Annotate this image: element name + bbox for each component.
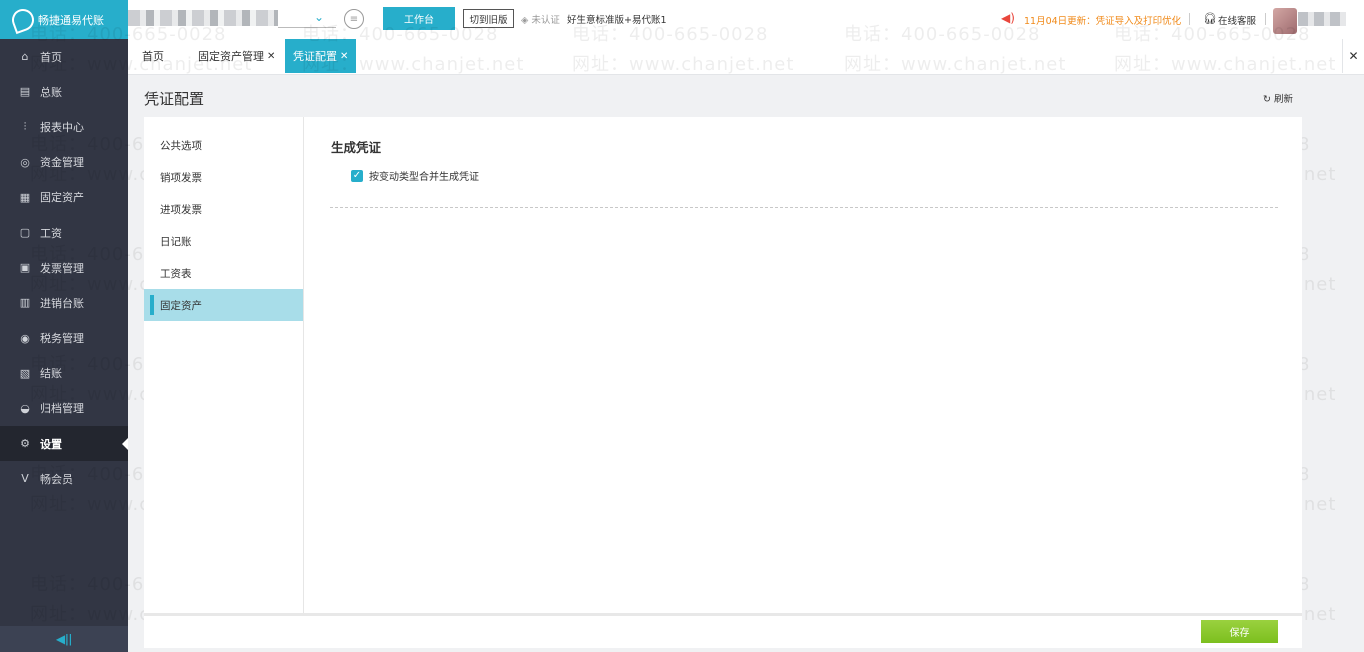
top-bar: ⌄ ≡ 工作台 切到旧版 ◈ 未认证 好生意标准版+易代账1 ◀) 11月04日… <box>128 0 1364 39</box>
sidebar-collapse-button[interactable]: ◀ǀǀ <box>0 626 128 652</box>
close-book-icon: ▧ <box>19 366 31 380</box>
sidebar-item-money[interactable]: ◎ 资金管理 <box>0 145 128 180</box>
close-icon[interactable]: ✕ <box>267 51 275 62</box>
page-title: 凭证配置 <box>144 90 205 108</box>
avatar[interactable] <box>1273 8 1297 34</box>
divider <box>1265 13 1266 25</box>
salary-icon: ▢ <box>19 226 31 240</box>
gear-icon: ⚙ <box>20 437 30 451</box>
sidebar-item-label: 畅会员 <box>40 472 73 486</box>
chart-icon: ⫶ <box>23 119 27 133</box>
tab-bar: 首页 固定资产管理 ✕ 凭证配置 ✕ ✕ <box>128 39 1364 75</box>
sidebar-item-archive[interactable]: ◒ 归档管理 <box>0 391 128 426</box>
archive-icon: ◒ <box>20 401 30 415</box>
unverified-label: 未认证 <box>531 15 560 26</box>
speaker-icon: ◀) <box>1001 11 1015 25</box>
sidebar-item-label: 税务管理 <box>40 332 84 346</box>
config-menu-item[interactable]: 工资表 <box>144 257 303 289</box>
home-icon: ⌂ <box>21 50 29 64</box>
chevron-down-icon[interactable]: ⌄ <box>314 10 324 24</box>
company-select[interactable] <box>278 10 336 28</box>
edition-label: 好生意标准版+易代账1 <box>567 15 667 26</box>
money-icon: ◎ <box>20 155 30 169</box>
sidebar-item-vip[interactable]: V 畅会员 <box>0 461 128 496</box>
logo-text: 畅捷通易代账 <box>38 13 104 27</box>
document-icon[interactable]: ≡ <box>344 9 364 29</box>
sidebar-item-chart[interactable]: ⫶ 报表中心 <box>0 109 128 144</box>
sidebar-item-ledger[interactable]: ▤ 总账 <box>0 74 128 109</box>
unverified-badge[interactable]: ◈ 未认证 <box>521 12 560 26</box>
config-menu-item[interactable]: 日记账 <box>144 225 303 257</box>
merge-voucher-option[interactable]: ✓ 按变动类型合并生成凭证 <box>351 168 479 183</box>
refresh-button[interactable]: ↻ 刷新 <box>1263 91 1293 105</box>
tab-label: 固定资产管理 <box>198 50 264 63</box>
config-menu-item[interactable]: 公共选项 <box>144 129 303 161</box>
section-divider <box>330 207 1278 208</box>
save-button[interactable]: 保存 <box>1201 620 1278 643</box>
sidebar: 畅捷通易代账 ⌂ 首页 ▤ 总账 ⫶ 报表中心 ◎ 资金管理 ▦ 固定资产 ▢ 工资 ▣ 发票管理 ▥ 进销台… <box>0 0 128 652</box>
switch-old-version-button[interactable]: 切到旧版 <box>463 9 514 28</box>
config-menu: 公共选项 销项发票 进项发票 日记账 工资表 固定资产 <box>144 117 304 615</box>
sidebar-nav: ⌂ 首页 ▤ 总账 ⫶ 报表中心 ◎ 资金管理 ▦ 固定资产 ▢ 工资 ▣ 发票管理 ▥ 进销台账 ◉ 税务管理 ▧… <box>0 39 128 496</box>
collapse-icon: ◀ǀǀ <box>55 632 73 646</box>
tab-fixed-asset-management[interactable]: 固定资产管理 ✕ <box>198 39 275 73</box>
sidebar-item-label: 固定资产 <box>40 191 84 205</box>
update-notice[interactable]: 11月04日更新：凭证导入及打印优化 <box>1024 13 1181 27</box>
online-service-link[interactable]: 在线客服 <box>1218 13 1256 27</box>
building-icon: ▦ <box>19 190 31 204</box>
ledger-icon: ▤ <box>19 85 31 99</box>
checkbox-checked-icon[interactable]: ✓ <box>351 169 363 182</box>
headset-icon: 🎧︎ <box>1203 12 1217 25</box>
sidebar-item-label: 进销台账 <box>40 296 84 310</box>
close-all-tabs-button[interactable]: ✕ <box>1342 39 1364 73</box>
config-menu-item[interactable]: 进项发票 <box>144 193 303 225</box>
invoice-icon: ▣ <box>19 261 31 275</box>
section-title: 生成凭证 <box>331 140 382 155</box>
sidebar-item-tax[interactable]: ◉ 税务管理 <box>0 321 128 356</box>
tab-voucher-config[interactable]: 凭证配置 ✕ <box>285 39 357 73</box>
sidebar-item-label: 设置 <box>40 437 62 451</box>
sidebar-item-invoice[interactable]: ▣ 发票管理 <box>0 250 128 285</box>
logo-icon <box>8 5 38 34</box>
divider <box>1189 13 1190 25</box>
sidebar-item-label: 资金管理 <box>40 156 84 170</box>
sidebar-item-label: 归档管理 <box>40 402 84 416</box>
sidebar-item-label: 报表中心 <box>40 120 84 134</box>
tax-icon: ◉ <box>20 331 30 345</box>
config-menu-item[interactable]: 销项发票 <box>144 161 303 193</box>
close-icon[interactable]: ✕ <box>340 51 348 62</box>
sidebar-item-building[interactable]: ▦ 固定资产 <box>0 180 128 215</box>
sidebar-item-label: 发票管理 <box>40 261 84 275</box>
sidebar-item-label: 首页 <box>40 50 62 64</box>
config-panel: 公共选项 销项发票 进项发票 日记账 工资表 固定资产 生成凭证 ✓ 按变动类型合并生成凭… <box>144 117 1302 648</box>
sidebar-item-label: 工资 <box>40 226 62 240</box>
sidebar-item-close-book[interactable]: ▧ 结账 <box>0 356 128 391</box>
sidebar-item-salary[interactable]: ▢ 工资 <box>0 215 128 250</box>
vip-icon: V <box>21 472 29 486</box>
config-menu-item[interactable]: 固定资产 <box>144 289 303 321</box>
app-logo[interactable]: 畅捷通易代账 <box>0 0 128 39</box>
tab-label: 凭证配置 <box>293 50 337 63</box>
user-name-redacted[interactable] <box>1298 12 1346 26</box>
shield-icon: ◈ <box>521 15 529 26</box>
stock-icon: ▥ <box>19 296 31 310</box>
company-name-redacted <box>128 10 278 26</box>
sidebar-item-label: 总账 <box>40 85 62 99</box>
option-label: 按变动类型合并生成凭证 <box>369 172 479 183</box>
tab-label: 首页 <box>142 50 164 63</box>
refresh-label: 刷新 <box>1274 94 1294 105</box>
sidebar-item-gear[interactable]: ⚙ 设置 <box>0 426 128 462</box>
sidebar-item-stock[interactable]: ▥ 进销台账 <box>0 285 128 320</box>
workbench-button[interactable]: 工作台 <box>383 7 455 30</box>
tab-home[interactable]: 首页 <box>142 39 164 73</box>
refresh-icon: ↻ <box>1263 94 1271 105</box>
horizontal-scrollbar[interactable] <box>144 613 1302 616</box>
sidebar-item-home[interactable]: ⌂ 首页 <box>0 39 128 74</box>
sidebar-item-label: 结账 <box>40 367 62 381</box>
